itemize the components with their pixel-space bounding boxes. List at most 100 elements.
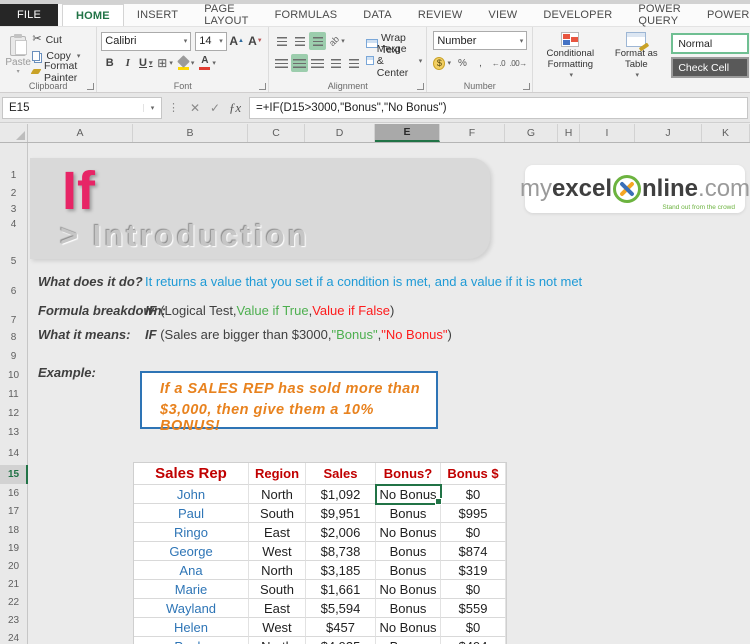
merge-center-button[interactable]: Merge & Center [366, 53, 422, 68]
table-cell[interactable]: Paula [134, 637, 249, 644]
align-middle-button[interactable] [291, 32, 308, 50]
font-dialog-launcher[interactable] [259, 83, 266, 90]
table-cell[interactable]: $0 [441, 523, 506, 542]
table-cell[interactable]: $8,738 [306, 542, 376, 561]
insert-function-icon[interactable]: ƒx [225, 100, 245, 116]
row-header-24[interactable]: 24 [0, 633, 27, 644]
table-cell[interactable]: Ana [134, 561, 249, 580]
clipboard-dialog-launcher[interactable] [87, 83, 94, 90]
comma-style-button[interactable]: , [472, 54, 489, 72]
borders-button[interactable]: ⊞ [155, 54, 175, 72]
row-header-9[interactable]: 9 [0, 351, 27, 362]
table-cell[interactable]: Bonus [376, 599, 441, 618]
table-cell[interactable]: $874 [441, 542, 506, 561]
row-header-20[interactable]: 20 [0, 561, 27, 572]
column-header-h[interactable]: H [558, 124, 580, 142]
row-header-8[interactable]: 8 [0, 332, 27, 343]
table-cell[interactable]: No Bonus [376, 523, 441, 542]
column-header-b[interactable]: B [133, 124, 248, 142]
format-as-table-button[interactable]: Format as Table [603, 30, 669, 79]
tab-powerpivot[interactable]: POWERPIVOT [694, 4, 750, 26]
table-cell[interactable]: West [249, 542, 306, 561]
fill-color-button[interactable] [176, 54, 197, 72]
table-cell[interactable]: Bonus [376, 561, 441, 580]
tab-home[interactable]: HOME [62, 4, 124, 26]
column-header-e[interactable]: E [375, 124, 440, 142]
decrease-decimal-button[interactable]: .00→ [508, 54, 528, 72]
table-cell[interactable]: $1,092 [306, 485, 376, 504]
shrink-font-button[interactable]: A▼ [247, 32, 265, 50]
table-cell[interactable]: $319 [441, 561, 506, 580]
number-format-select[interactable]: Number▾ [433, 31, 527, 50]
table-cell[interactable]: North [249, 485, 306, 504]
cell-style-normal[interactable]: Normal [671, 33, 749, 54]
row-header-2[interactable]: 2 [0, 188, 27, 199]
cut-button[interactable]: ✂ Cut [32, 32, 92, 47]
table-cell[interactable]: $2,006 [306, 523, 376, 542]
number-dialog-launcher[interactable] [523, 83, 530, 90]
table-cell[interactable]: East [249, 599, 306, 618]
table-cell[interactable]: George [134, 542, 249, 561]
tab-view[interactable]: VIEW [475, 4, 530, 26]
percent-style-button[interactable]: % [454, 54, 471, 72]
table-cell[interactable]: Bonus [376, 637, 441, 644]
table-cell[interactable]: $3,185 [306, 561, 376, 580]
row-header-15[interactable]: 15 [0, 469, 27, 480]
table-cell[interactable]: North [249, 637, 306, 644]
grow-font-button[interactable]: A▲ [228, 32, 246, 50]
table-cell[interactable]: East [249, 523, 306, 542]
align-bottom-button[interactable] [309, 32, 326, 50]
underline-button[interactable]: U [137, 54, 154, 72]
column-header-f[interactable]: F [440, 124, 505, 142]
row-header-1[interactable]: 1 [0, 170, 27, 181]
align-left-button[interactable] [273, 54, 290, 72]
font-name-select[interactable]: Calibri▾ [101, 32, 191, 51]
table-cell[interactable]: $494 [441, 637, 506, 644]
align-center-button[interactable] [291, 54, 308, 72]
chevron-down-icon[interactable]: ▾ [143, 104, 161, 112]
table-cell[interactable]: $9,951 [306, 504, 376, 523]
font-size-select[interactable]: 14▾ [195, 32, 227, 51]
table-cell[interactable]: Helen [134, 618, 249, 637]
table-cell[interactable]: West [249, 618, 306, 637]
accounting-format-button[interactable]: $ [431, 54, 453, 72]
tab-developer[interactable]: DEVELOPER [530, 4, 625, 26]
row-header-23[interactable]: 23 [0, 615, 27, 626]
column-header-i[interactable]: I [580, 124, 635, 142]
table-cell[interactable]: South [249, 504, 306, 523]
table-cell[interactable]: Bonus [376, 542, 441, 561]
increase-indent-button[interactable] [345, 54, 362, 72]
column-header-g[interactable]: G [505, 124, 558, 142]
table-cell[interactable]: Bonus [376, 504, 441, 523]
column-header-d[interactable]: D [305, 124, 375, 142]
table-cell[interactable]: $457 [306, 618, 376, 637]
row-header-5[interactable]: 5 [0, 256, 27, 267]
table-cell[interactable]: No Bonus [376, 580, 441, 599]
tab-data[interactable]: DATA [350, 4, 405, 26]
selected-cell-e15[interactable]: No Bonus [376, 485, 441, 504]
cell-style-check[interactable]: Check Cell [671, 57, 749, 78]
table-cell[interactable]: Ringo [134, 523, 249, 542]
name-box[interactable]: E15 ▾ [2, 97, 162, 119]
tab-file[interactable]: FILE [0, 4, 58, 26]
row-header-3[interactable]: 3 [0, 204, 27, 215]
table-cell[interactable]: $1,661 [306, 580, 376, 599]
column-header-j[interactable]: J [635, 124, 702, 142]
row-header-18[interactable]: 18 [0, 525, 27, 536]
row-header-16[interactable]: 16 [0, 488, 27, 499]
table-cell[interactable]: North [249, 561, 306, 580]
paste-dropdown-caret[interactable]: ▾ [17, 68, 20, 75]
font-color-button[interactable]: A [197, 54, 218, 72]
format-painter-button[interactable]: Format Painter [32, 64, 92, 79]
align-top-button[interactable] [273, 32, 290, 50]
tab-power-query[interactable]: POWER QUERY [625, 4, 694, 26]
table-cell[interactable]: $995 [441, 504, 506, 523]
row-header-19[interactable]: 19 [0, 543, 27, 554]
tab-insert[interactable]: INSERT [124, 4, 191, 26]
decrease-indent-button[interactable] [327, 54, 344, 72]
row-header-14[interactable]: 14 [0, 448, 27, 459]
row-header-10[interactable]: 10 [0, 370, 27, 381]
table-cell[interactable]: $0 [441, 485, 506, 504]
row-header-4[interactable]: 4 [0, 219, 27, 230]
column-header-k[interactable]: K [702, 124, 750, 142]
